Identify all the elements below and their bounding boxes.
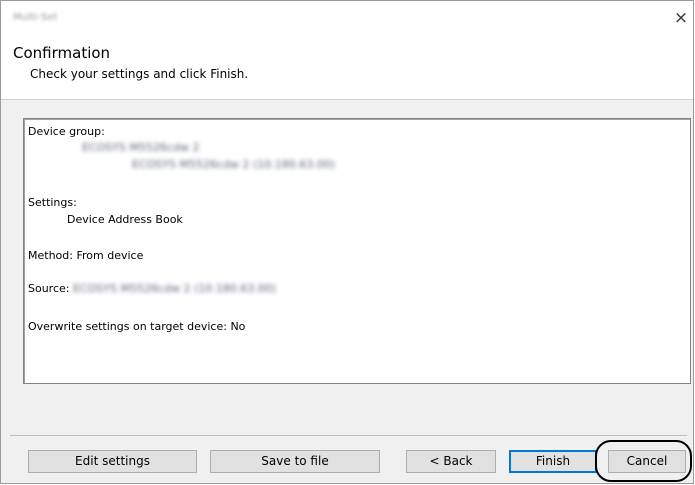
window-title: Multi-Set — [13, 12, 58, 23]
cancel-button[interactable]: Cancel — [608, 450, 686, 473]
settings-value: Device Address Book — [67, 213, 183, 226]
source-label: Source: — [28, 282, 70, 295]
settings-label: Settings: — [28, 196, 77, 209]
overwrite-line: Overwrite settings on target device: No — [28, 320, 246, 333]
multi-set-dialog: Multi-Set × Confirmation Check your sett… — [0, 0, 694, 484]
method-line: Method: From device — [28, 249, 144, 262]
edit-settings-button[interactable]: Edit settings — [28, 450, 197, 473]
finish-button[interactable]: Finish — [509, 450, 597, 473]
source-value: ECOSYS M5526cdw 2 (10.180.63.00) — [73, 282, 277, 295]
device-group-name-value: ECOSYS M5526cdw 2 — [82, 141, 200, 154]
page-subtitle: Check your settings and click Finish. — [30, 67, 249, 81]
back-button[interactable]: < Back — [406, 450, 496, 473]
footer-divider — [10, 435, 687, 436]
close-icon[interactable]: × — [671, 8, 691, 28]
title-bar: Multi-Set × — [1, 1, 693, 35]
wizard-header: Confirmation Check your settings and cli… — [1, 35, 693, 100]
device-group-device-value: ECOSYS M5526cdw 2 (10.180.63.00) — [132, 158, 336, 171]
device-group-name: ECOSYS M5526cdw 2 — [82, 141, 199, 154]
device-group-device: ECOSYS M5526cdw 2 (10.180.63.00) — [132, 158, 335, 171]
device-group-label: Device group: — [28, 125, 105, 138]
settings-summary-box[interactable]: Device group: ECOSYS M5526cdw 2 ECOSYS M… — [23, 118, 691, 384]
page-title: Confirmation — [13, 44, 111, 62]
source-line: Source: ECOSYS M5526cdw 2 (10.180.63.00) — [28, 282, 276, 295]
save-to-file-button[interactable]: Save to file — [210, 450, 380, 473]
